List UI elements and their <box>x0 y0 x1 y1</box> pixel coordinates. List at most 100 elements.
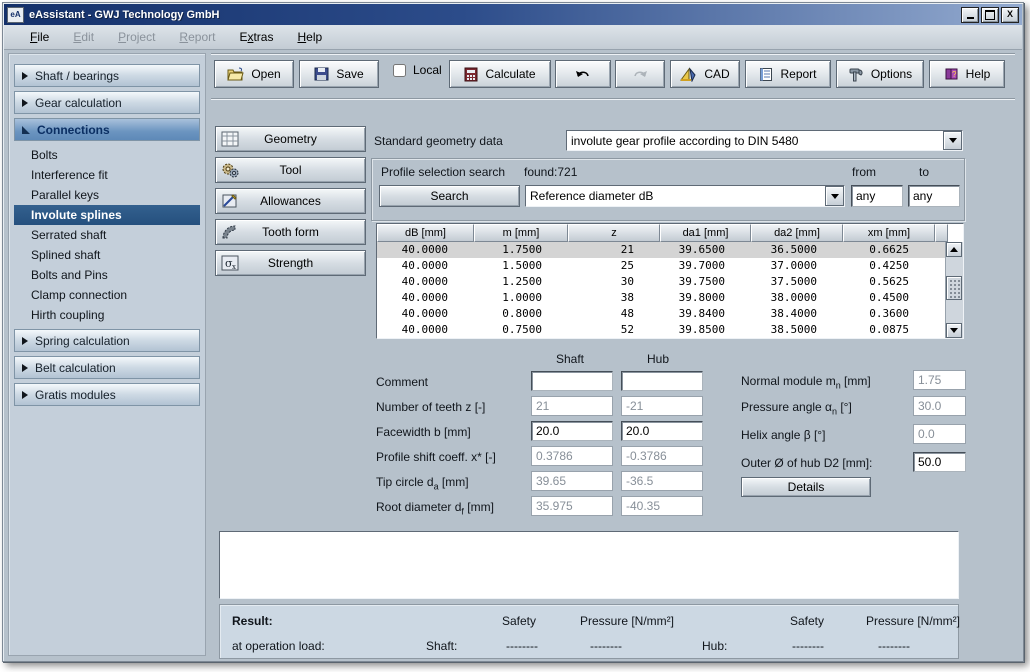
triangle-down-icon <box>950 328 958 333</box>
facewidth-shaft-input[interactable] <box>531 421 613 441</box>
table-row[interactable]: 40.00000.75005239.850038.50000.0875 <box>377 322 963 338</box>
search-button[interactable]: Search <box>379 185 520 207</box>
at-operation-load-label: at operation load: <box>232 639 325 653</box>
number-of-teeth-label: Number of teeth z [-] <box>376 400 485 416</box>
comment-hub-input[interactable] <box>621 371 703 391</box>
pressure-angle-label: Pressure angle αn [°] <box>741 400 852 416</box>
sidebar-item-splined-shaft[interactable]: Splined shaft <box>14 245 200 265</box>
sidebar-item-hirth-coupling[interactable]: Hirth coupling <box>14 305 200 325</box>
outer-hub-diameter-input[interactable] <box>913 452 966 472</box>
profile-search-title: Profile selection search <box>381 165 505 179</box>
from-input[interactable] <box>851 185 903 207</box>
safety-header-shaft: Safety <box>502 614 536 628</box>
to-label: to <box>919 165 929 179</box>
comment-shaft-input[interactable] <box>531 371 613 391</box>
chevron-down-icon <box>831 194 839 199</box>
sidebar-group-gear-calculation[interactable]: Gear calculation <box>14 91 200 114</box>
sidebar-item-bolts[interactable]: Bolts <box>14 145 200 165</box>
tab-strength[interactable]: σx Strength <box>215 250 366 276</box>
cad-button[interactable]: CAD <box>670 60 740 88</box>
teeth-hub-field <box>621 396 703 416</box>
helix-angle-label: Helix angle β [°] <box>741 428 825 444</box>
menu-edit: Edit <box>61 27 106 47</box>
sidebar-group-gratis-modules[interactable]: Gratis modules <box>14 383 200 406</box>
column-header[interactable]: dB [mm] <box>377 224 474 242</box>
column-header[interactable]: m [mm] <box>474 224 568 242</box>
redo-arrow-icon <box>632 68 648 80</box>
maximize-button[interactable] <box>981 7 999 23</box>
table-row[interactable]: 40.00000.80004839.840038.40000.3600 <box>377 306 963 322</box>
report-button[interactable]: Report <box>745 60 831 88</box>
floppy-disk-icon <box>314 67 329 81</box>
sidebar-item-serrated-shaft[interactable]: Serrated shaft <box>14 225 200 245</box>
close-icon: X <box>1007 10 1013 19</box>
report-label: Report <box>780 67 816 81</box>
normal-module-label: Normal module mn [mm] <box>741 374 871 390</box>
dropdown-button[interactable] <box>825 186 844 206</box>
app-window: eA eAssistant - GWJ Technology GmbH X Fi… <box>2 2 1024 662</box>
sidebar-group-label: Gratis modules <box>35 388 116 402</box>
tab-tool[interactable]: Tool <box>215 157 366 183</box>
column-header[interactable]: da1 [mm] <box>660 224 751 242</box>
details-button[interactable]: Details <box>741 477 871 497</box>
help-button[interactable]: ? Help <box>929 60 1005 88</box>
calculate-button[interactable]: Calculate <box>449 60 551 88</box>
menu-extras[interactable]: Extras <box>227 27 285 47</box>
sidebar-group-connections[interactable]: Connections <box>14 118 200 141</box>
tab-label: Geometry <box>216 127 365 151</box>
window-title: eAssistant - GWJ Technology GmbH <box>29 9 959 21</box>
undo-arrow-icon <box>575 68 591 80</box>
undo-button[interactable] <box>555 60 611 88</box>
facewidth-hub-input[interactable] <box>621 421 703 441</box>
sidebar-group-spring-calculation[interactable]: Spring calculation <box>14 329 200 352</box>
pressure-header-shaft: Pressure [N/mm²] <box>580 614 674 628</box>
scroll-down-button[interactable] <box>946 323 962 338</box>
safety-header-hub: Safety <box>790 614 824 628</box>
open-button[interactable]: Open <box>214 60 294 88</box>
sidebar-item-bolts-and-pins[interactable]: Bolts and Pins <box>14 265 200 285</box>
options-button[interactable]: Options <box>836 60 924 88</box>
scroll-up-button[interactable] <box>946 242 962 257</box>
open-label: Open <box>251 67 280 81</box>
local-checkbox[interactable] <box>393 64 406 77</box>
scrollbar-thumb[interactable] <box>946 276 962 300</box>
search-criteria-select[interactable]: Reference diameter dB <box>525 185 845 207</box>
profile-shift-hub-field <box>621 446 703 466</box>
title-bar[interactable]: eA eAssistant - GWJ Technology GmbH X <box>4 4 1022 25</box>
table-row[interactable]: 40.00001.00003839.800038.00000.4500 <box>377 290 963 306</box>
tab-label: Strength <box>216 251 365 275</box>
chevron-down-icon <box>949 138 957 143</box>
help-label: Help <box>966 67 991 81</box>
save-button[interactable]: Save <box>299 60 379 88</box>
column-header[interactable]: da2 [mm] <box>751 224 843 242</box>
column-header[interactable]: z <box>568 224 660 242</box>
tab-geometry[interactable]: Geometry <box>215 126 366 152</box>
calculate-label: Calculate <box>485 67 535 81</box>
hub-safety-value: -------- <box>792 639 824 653</box>
triangle-expanded-icon <box>22 126 30 134</box>
minimize-button[interactable] <box>961 7 979 23</box>
standard-geometry-select[interactable]: involute gear profile according to DIN 5… <box>566 130 963 151</box>
column-header[interactable]: xm [mm] <box>843 224 935 242</box>
sidebar-item-interference-fit[interactable]: Interference fit <box>14 165 200 185</box>
table-row[interactable]: 40.00001.75002139.650036.50000.6625 <box>377 242 963 258</box>
tab-allowances[interactable]: Allowances <box>215 188 366 214</box>
to-input[interactable] <box>908 185 960 207</box>
sidebar-group-shaft-bearings[interactable]: Shaft / bearings <box>14 64 200 87</box>
sidebar-item-clamp-connection[interactable]: Clamp connection <box>14 285 200 305</box>
sidebar-item-involute-splines[interactable]: Involute splines <box>14 205 200 225</box>
sidebar-group-belt-calculation[interactable]: Belt calculation <box>14 356 200 379</box>
table-row[interactable]: 40.00001.50002539.700037.00000.4250 <box>377 258 963 274</box>
profile-search-found-count: found:721 <box>524 165 577 179</box>
notepad-icon <box>759 67 773 82</box>
menu-help[interactable]: Help <box>285 27 334 47</box>
triangle-right-icon <box>22 391 28 399</box>
table-row[interactable]: 40.00001.25003039.750037.50000.5625 <box>377 274 963 290</box>
dropdown-button[interactable] <box>943 131 962 150</box>
sidebar-item-parallel-keys[interactable]: Parallel keys <box>14 185 200 205</box>
from-label: from <box>852 165 876 179</box>
close-button[interactable]: X <box>1001 7 1019 23</box>
tab-tooth-form[interactable]: Tooth form <box>215 219 366 245</box>
menu-file[interactable]: File <box>18 27 61 47</box>
table-scrollbar[interactable] <box>945 242 963 338</box>
